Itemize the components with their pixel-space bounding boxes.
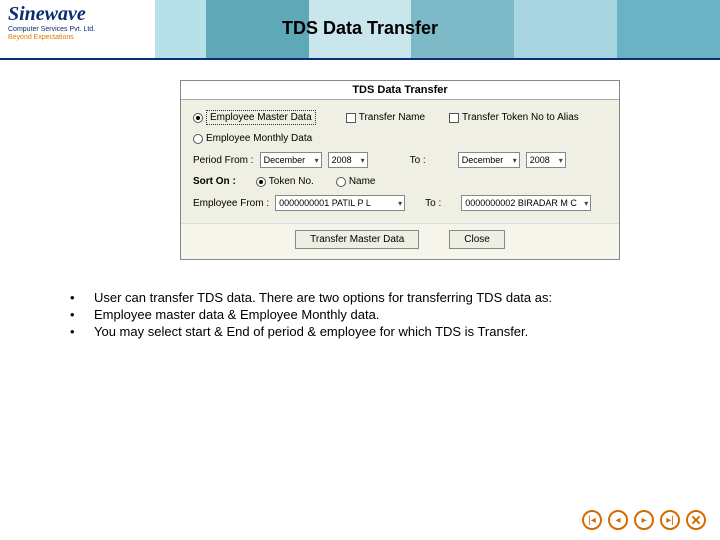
bullet-marker: • — [70, 324, 94, 341]
period-to-label: To : — [410, 155, 426, 166]
employee-from-label: Employee From : — [193, 198, 269, 209]
checkbox-transfer-name[interactable]: Transfer Name — [346, 112, 425, 123]
checkbox-label: Transfer Name — [359, 112, 425, 123]
employee-from-select[interactable]: 0000000001 PATIL P L — [275, 195, 405, 211]
employee-to-label: To : — [425, 198, 441, 209]
nav-first-icon[interactable]: |◂ — [582, 510, 602, 530]
description-bullets: •User can transfer TDS data. There are t… — [70, 290, 650, 341]
period-from-label: Period From : — [193, 155, 254, 166]
nav-last-icon[interactable]: ▸| — [660, 510, 680, 530]
tds-transfer-dialog: TDS Data Transfer Employee Master Data T… — [180, 80, 620, 260]
bullet-marker: • — [70, 290, 94, 307]
radio-label: Employee Master Data — [206, 110, 316, 125]
checkbox-transfer-token-to-alias[interactable]: Transfer Token No to Alias — [449, 112, 579, 123]
slide-header: Sinewave Computer Services Pvt. Ltd. Bey… — [0, 0, 720, 58]
bullet-marker: • — [70, 307, 94, 324]
nav-prev-icon[interactable]: ◂ — [608, 510, 628, 530]
period-from-month-select[interactable]: December — [260, 152, 322, 168]
radio-label: Name — [349, 176, 376, 187]
radio-sort-token[interactable]: Token No. — [256, 176, 314, 187]
header-rule — [0, 58, 720, 60]
radio-employee-master-data[interactable]: Employee Master Data — [193, 110, 316, 125]
page-title: TDS Data Transfer — [0, 18, 720, 39]
nav-next-icon[interactable]: ▸ — [634, 510, 654, 530]
radio-employee-monthly-data[interactable]: Employee Monthly Data — [193, 133, 312, 144]
radio-label: Token No. — [269, 176, 314, 187]
bullet-text: User can transfer TDS data. There are tw… — [94, 290, 552, 307]
close-button[interactable]: Close — [449, 230, 505, 249]
checkbox-label: Transfer Token No to Alias — [462, 112, 579, 123]
dialog-title: TDS Data Transfer — [181, 81, 619, 100]
radio-sort-name[interactable]: Name — [336, 176, 376, 187]
radio-label: Employee Monthly Data — [206, 133, 312, 144]
bullet-text: Employee master data & Employee Monthly … — [94, 307, 379, 324]
transfer-master-data-button[interactable]: Transfer Master Data — [295, 230, 419, 249]
employee-to-select[interactable]: 0000000002 BIRADAR M C — [461, 195, 591, 211]
nav-close-icon[interactable] — [686, 510, 706, 530]
bullet-text: You may select start & End of period & e… — [94, 324, 528, 341]
period-to-month-select[interactable]: December — [458, 152, 520, 168]
period-from-year-select[interactable]: 2008 — [328, 152, 368, 168]
slide-nav: |◂ ◂ ▸ ▸| — [582, 510, 706, 530]
period-to-year-select[interactable]: 2008 — [526, 152, 566, 168]
sort-on-label: Sort On : — [193, 176, 236, 187]
